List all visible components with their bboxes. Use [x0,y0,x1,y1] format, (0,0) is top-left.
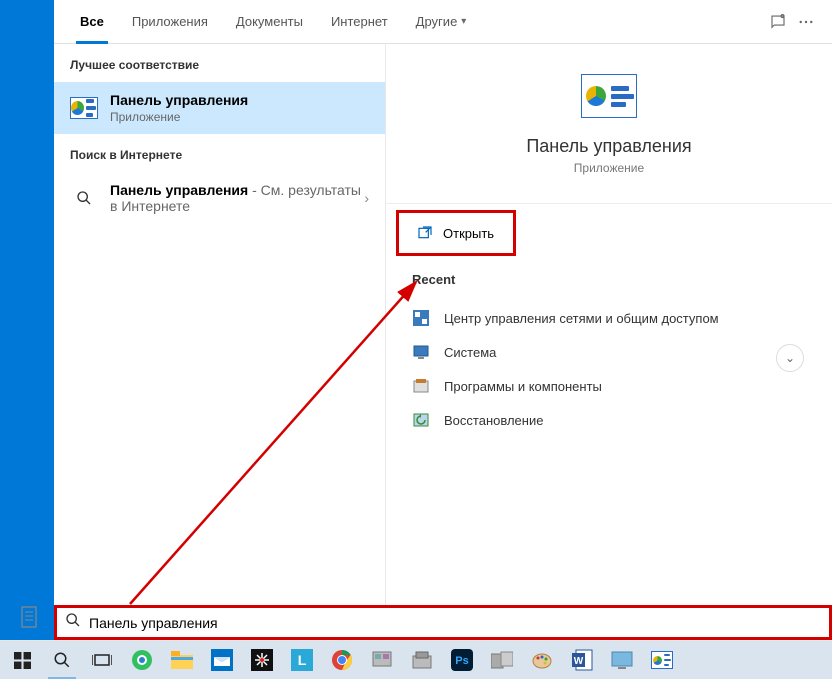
result-title: Панель управления [110,92,369,108]
taskbar-app-generic3[interactable] [402,641,442,679]
programs-icon [412,377,430,395]
taskbar-app-control-panel[interactable] [642,641,682,679]
recent-item-recovery[interactable]: Восстановление [412,403,806,437]
taskbar-app-photoshop[interactable]: Ps [442,641,482,679]
result-web-search[interactable]: Панель управления - См. результаты в Инт… [54,172,385,224]
search-icon [65,612,81,633]
preview-subtitle: Приложение [574,161,644,175]
svg-text:W: W [574,656,584,667]
results-list: Лучшее соответствие Панель управления Пр… [54,44,386,640]
chevron-right-icon: › [364,190,369,206]
desktop-document-icon[interactable] [20,606,40,630]
taskbar-app-mail[interactable] [202,641,242,679]
tab-all[interactable]: Все [66,0,118,44]
recovery-icon [412,411,430,429]
taskbar: L Ps W [0,641,832,679]
tab-apps[interactable]: Приложения [118,0,222,44]
open-button[interactable]: Открыть [396,210,516,256]
filter-tabs: Все Приложения Документы Интернет Другие… [54,0,832,44]
web-result-text: Панель управления - См. результаты в Инт… [110,182,364,214]
tab-other[interactable]: Другие▾ [402,0,481,44]
tab-web[interactable]: Интернет [317,0,402,44]
recent-item-programs[interactable]: Программы и компоненты [412,369,806,403]
section-web-search: Поиск в Интернете [54,134,385,172]
search-results-panel: Все Приложения Документы Интернет Другие… [54,0,832,640]
section-best-match: Лучшее соответствие [54,44,385,82]
search-icon [70,184,98,212]
more-icon[interactable] [792,8,820,36]
taskbar-app-chrome[interactable] [322,641,362,679]
recent-item-network[interactable]: Центр управления сетями и общим доступом [412,301,806,335]
feedback-icon[interactable] [764,8,792,36]
expand-chevron[interactable]: ⌄ [776,344,804,372]
taskbar-search-button[interactable] [42,641,82,679]
preview-pane: Панель управления Приложение Открыть ⌄ R… [386,44,832,640]
recent-section: Recent Центр управления сетями и общим д… [386,262,832,437]
network-center-icon [412,309,430,327]
preview-control-panel-icon [581,74,637,118]
taskbar-app-word[interactable]: W [562,641,602,679]
taskbar-task-view[interactable] [82,641,122,679]
taskbar-app-paint[interactable] [522,641,562,679]
svg-text:L: L [298,652,307,668]
taskbar-app-l[interactable]: L [282,641,322,679]
taskbar-app-generic5[interactable] [602,641,642,679]
search-input[interactable] [89,615,821,631]
taskbar-app-generic2[interactable] [362,641,402,679]
svg-text:Ps: Ps [455,655,468,667]
open-icon [417,225,433,241]
chevron-down-icon: ▾ [461,16,466,27]
taskbar-app-generic4[interactable] [482,641,522,679]
taskbar-app-generic1[interactable] [242,641,282,679]
preview-title: Панель управления [526,136,691,157]
recent-item-system[interactable]: Система [412,335,806,369]
result-subtitle: Приложение [110,110,369,124]
tab-documents[interactable]: Документы [222,0,317,44]
taskbar-app-browser1[interactable] [122,641,162,679]
desktop-background-strip [0,0,54,640]
control-panel-icon [70,94,98,122]
recent-header: Recent [412,272,806,287]
result-control-panel[interactable]: Панель управления Приложение [54,82,385,134]
start-button[interactable] [2,641,42,679]
system-icon [412,343,430,361]
taskbar-app-explorer[interactable] [162,641,202,679]
taskbar-search-box[interactable] [54,605,832,640]
